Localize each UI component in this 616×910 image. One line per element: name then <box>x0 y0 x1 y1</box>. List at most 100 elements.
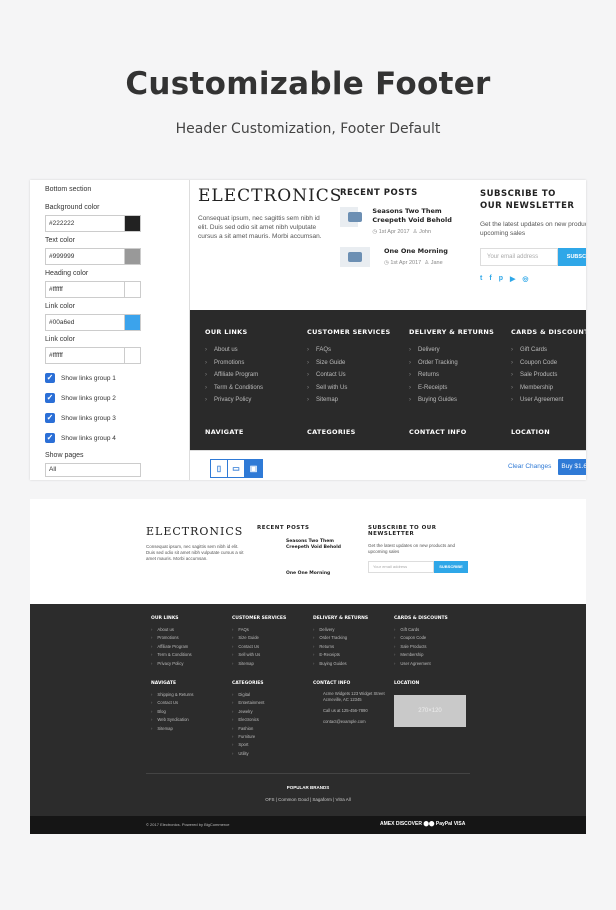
footer-link[interactable]: Electronics <box>232 716 312 724</box>
footer-link[interactable]: Affiliate Program <box>151 643 231 651</box>
footer-link[interactable]: FAQs <box>232 626 312 634</box>
color-swatch[interactable] <box>124 282 140 297</box>
footer-link[interactable]: User Agreement <box>511 394 586 407</box>
footer-link[interactable]: Contact Us <box>232 643 312 651</box>
facebook-icon[interactable]: f <box>489 275 491 283</box>
color-field[interactable]: #ffffff <box>45 281 141 298</box>
post-title[interactable]: One One Morning <box>286 571 357 577</box>
footer-link[interactable]: Size Guide <box>307 357 407 370</box>
buy-button[interactable]: Buy $1.60 <box>558 459 586 475</box>
popular-brands-list[interactable]: OFS | Common Good | Sagaform | Vitra All <box>30 797 586 802</box>
post-title[interactable]: One One Morning <box>384 247 448 256</box>
desktop-icon[interactable]: ▣ <box>245 460 262 477</box>
post-item[interactable]: Seasons Two Them Creepeth Void Behold ◷ … <box>340 207 465 235</box>
footer-link[interactable]: Privacy Policy <box>205 394 305 407</box>
color-field[interactable]: #00a6ed <box>45 314 141 331</box>
footer-link[interactable]: Returns <box>313 643 393 651</box>
footer-link[interactable]: Contact Us <box>151 699 231 707</box>
store-logo[interactable]: ELECTRONICS <box>198 186 341 206</box>
footer-link[interactable]: Delivery <box>313 626 393 634</box>
post-meta: ◷ 1st Apr 2017 ♙ John <box>372 229 432 235</box>
color-swatch[interactable] <box>124 249 140 264</box>
instagram-icon[interactable]: ◎ <box>522 275 528 283</box>
color-label: Link color <box>45 303 75 310</box>
popular-brands-heading: POPULAR BRANDS <box>286 785 330 790</box>
footer-link[interactable]: Returns <box>409 369 509 382</box>
footer-link[interactable]: Order Tracking <box>313 634 393 642</box>
footer-link[interactable]: Shipping & Returns <box>151 691 231 699</box>
post-item[interactable]: One One Morning ◷ 1st Apr 2017 ♙ Jane <box>340 247 465 267</box>
show-links-checkbox[interactable]: ✓ Show links group 4 <box>45 432 174 444</box>
footer-link[interactable]: Promotions <box>205 357 305 370</box>
footer-link[interactable]: Coupon Code <box>511 357 586 370</box>
color-field[interactable]: #ffffff <box>45 347 141 364</box>
location-map[interactable]: 270×120 <box>394 695 466 727</box>
footer-link[interactable]: Buying Guides <box>313 660 393 668</box>
footer-link[interactable]: Sale Products <box>511 369 586 382</box>
footer-link[interactable]: Digital <box>232 691 312 699</box>
twitter-icon[interactable]: t <box>480 275 482 283</box>
show-links-checkbox[interactable]: ✓ Show links group 3 <box>45 412 174 424</box>
footer-link[interactable]: Sitemap <box>151 725 231 733</box>
subscribe-button[interactable]: SUBSCRIBE <box>434 561 468 573</box>
footer-link[interactable]: Contact Us <box>307 369 407 382</box>
tablet-icon[interactable]: ▭ <box>228 460 245 477</box>
footer-link[interactable]: E-Receipts <box>409 382 509 395</box>
footer-link[interactable]: Jewelry <box>232 708 312 716</box>
footer-link[interactable]: Fashion <box>232 725 312 733</box>
footer-link[interactable]: Sitemap <box>232 660 312 668</box>
footer-link[interactable]: Entertainment <box>232 699 312 707</box>
footer-link[interactable]: Sell with Us <box>307 382 407 395</box>
post-title[interactable]: Seasons Two Them Creepeth Void Behold <box>286 539 357 551</box>
footer-link[interactable]: About us <box>205 344 305 357</box>
footer-link[interactable]: Size Guide <box>232 634 312 642</box>
clear-changes-link[interactable]: Clear Changes <box>508 463 551 470</box>
footer-link[interactable]: Delivery <box>409 344 509 357</box>
post-title[interactable]: Seasons Two Them Creepeth Void Behold <box>372 207 465 225</box>
color-field[interactable]: #999999 <box>45 248 141 265</box>
email-input[interactable]: Your email address <box>368 561 434 573</box>
footer-column: DELIVERY & RETURNSDeliveryOrder Tracking… <box>409 328 509 407</box>
footer-link[interactable]: Affiliate Program <box>205 369 305 382</box>
footer-link[interactable]: Sport <box>232 741 312 749</box>
youtube-icon[interactable]: ▶ <box>510 275 515 283</box>
footer-link[interactable]: Web Syndication <box>151 716 231 724</box>
footer-link[interactable]: Promotions <box>151 634 231 642</box>
email-input[interactable]: Your email address <box>480 248 558 266</box>
footer-link[interactable]: Sitemap <box>307 394 407 407</box>
footer-link[interactable]: E-Receipts <box>313 651 393 659</box>
footer-link[interactable]: About us <box>151 626 231 634</box>
store-description: Consequat ipsum, nec sagittis sem nibh i… <box>198 215 322 240</box>
color-swatch[interactable] <box>124 348 140 363</box>
footer-dark: OUR LINKSAbout usPromotionsAffiliate Pro… <box>30 604 586 834</box>
footer-link[interactable]: Order Tracking <box>409 357 509 370</box>
footer-link[interactable]: Furniture <box>232 733 312 741</box>
show-pages-select[interactable]: All <box>45 463 141 477</box>
footer-link[interactable]: Membership <box>394 651 474 659</box>
color-swatch[interactable] <box>124 315 140 330</box>
color-swatch[interactable] <box>124 216 140 231</box>
footer-link[interactable]: Term & Conditions <box>205 382 305 395</box>
pinterest-icon[interactable]: p <box>499 275 503 283</box>
footer-link[interactable]: Privacy Policy <box>151 660 231 668</box>
color-field[interactable]: #222222 <box>45 215 141 232</box>
show-links-checkbox[interactable]: ✓ Show links group 2 <box>45 392 174 404</box>
footer-link[interactable]: FAQs <box>307 344 407 357</box>
footer-link[interactable]: Sale Products <box>394 643 474 651</box>
mobile-icon[interactable]: ▯ <box>211 460 228 477</box>
color-label: Link color <box>45 336 75 343</box>
footer-link[interactable]: Coupon Code <box>394 634 474 642</box>
show-links-checkbox[interactable]: ✓ Show links group 1 <box>45 372 174 384</box>
footer-link[interactable]: Blog <box>151 708 231 716</box>
footer-link[interactable]: Utility <box>232 750 312 758</box>
footer-link[interactable]: User Agreement <box>394 660 474 668</box>
footer-link[interactable]: Buying Guides <box>409 394 509 407</box>
footer-link[interactable]: Term & Conditions <box>151 651 231 659</box>
store-description: Consequat ipsum, nec sagittis sem nibh i… <box>146 544 244 561</box>
subscribe-button[interactable]: SUBSCRIBE <box>558 248 586 266</box>
footer-link[interactable]: Sell with Us <box>232 651 312 659</box>
store-logo[interactable]: ELECTRONICS <box>146 525 246 538</box>
footer-link[interactable]: Membership <box>511 382 586 395</box>
footer-link[interactable]: Gift Cards <box>394 626 474 634</box>
footer-link[interactable]: Gift Cards <box>511 344 586 357</box>
